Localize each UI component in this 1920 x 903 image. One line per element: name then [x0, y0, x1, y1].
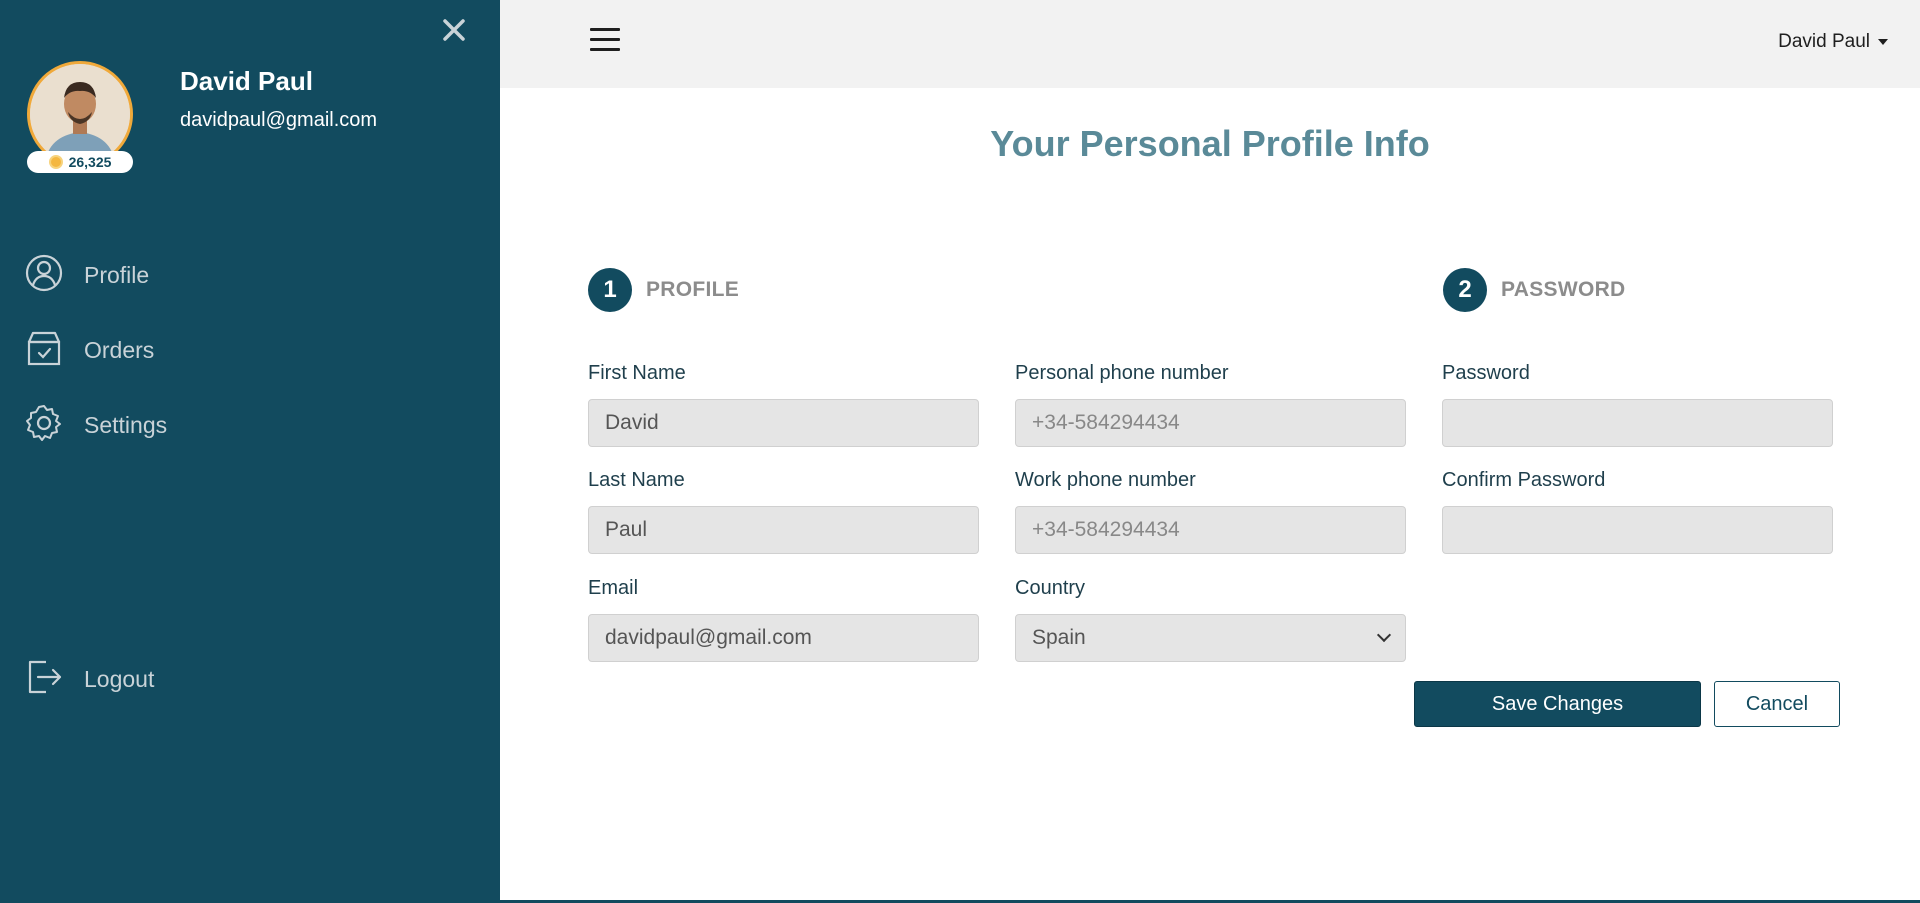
- last-name-label: Last Name: [588, 469, 685, 491]
- avatar[interactable]: 26,325: [27, 61, 133, 173]
- sidebar-item-settings[interactable]: Settings: [24, 403, 167, 448]
- personal-phone-label: Personal phone number: [1015, 362, 1229, 384]
- chevron-down-icon: [1376, 627, 1392, 643]
- last-name-field[interactable]: Paul: [588, 506, 979, 554]
- step-password: 2 PASSWORD: [1443, 268, 1626, 312]
- sidebar-item-profile[interactable]: Profile: [24, 253, 149, 298]
- step-number: 1: [588, 268, 632, 312]
- user-circle-icon: [24, 253, 64, 298]
- confirm-password-label: Confirm Password: [1442, 469, 1606, 491]
- user-menu-dropdown[interactable]: David Paul: [1778, 31, 1888, 53]
- save-changes-button[interactable]: Save Changes: [1414, 681, 1701, 727]
- caret-down-icon: [1878, 39, 1888, 45]
- page-title: Your Personal Profile Info: [990, 123, 1430, 164]
- coin-icon: [48, 155, 63, 169]
- country-select[interactable]: Spain: [1015, 614, 1406, 662]
- sidebar-item-label: Orders: [84, 337, 155, 363]
- step-number: 2: [1443, 268, 1487, 312]
- personal-phone-field[interactable]: +34-584294434: [1015, 399, 1406, 447]
- last-name-value: Paul: [605, 518, 648, 541]
- first-name-field[interactable]: David: [588, 399, 979, 447]
- user-name: David Paul: [180, 66, 313, 96]
- personal-phone-placeholder: +34-584294434: [1032, 411, 1180, 434]
- first-name-value: David: [605, 411, 659, 434]
- sidebar-item-label: Settings: [84, 412, 168, 438]
- logout-icon: [24, 657, 64, 702]
- sidebar-item-logout[interactable]: Logout: [24, 657, 154, 702]
- sidebar-item-label: Logout: [84, 666, 155, 692]
- country-label: Country: [1015, 577, 1086, 599]
- top-bar: David Paul: [500, 0, 1920, 88]
- password-field[interactable]: [1442, 399, 1833, 447]
- coin-count: 26,325: [68, 154, 112, 170]
- step-profile: 1 PROFILE: [588, 268, 739, 312]
- email-value: davidpaul@gmail.com: [605, 626, 812, 649]
- sidebar: 26,325 David Paul davidpaul@gmail.com Pr…: [0, 0, 500, 903]
- work-phone-placeholder: +34-584294434: [1032, 518, 1180, 541]
- close-icon[interactable]: [440, 16, 468, 44]
- user-menu-label: David Paul: [1778, 31, 1870, 52]
- step-label: PASSWORD: [1501, 278, 1626, 301]
- work-phone-label: Work phone number: [1015, 469, 1196, 491]
- hamburger-menu-icon[interactable]: [590, 24, 620, 56]
- cancel-button[interactable]: Cancel: [1714, 681, 1840, 727]
- work-phone-field[interactable]: +34-584294434: [1015, 506, 1406, 554]
- user-email: davidpaul@gmail.com: [180, 109, 378, 131]
- email-label: Email: [588, 577, 639, 599]
- sidebar-item-orders[interactable]: Orders: [24, 328, 154, 373]
- password-label: Password: [1442, 362, 1530, 384]
- coin-balance-badge: 26,325: [27, 151, 133, 173]
- sidebar-item-label: Profile: [84, 262, 150, 288]
- confirm-password-field[interactable]: [1442, 506, 1833, 554]
- email-field[interactable]: davidpaul@gmail.com: [588, 614, 979, 662]
- gear-icon: [24, 403, 64, 448]
- country-value: Spain: [1032, 626, 1086, 649]
- step-label: PROFILE: [646, 278, 740, 301]
- first-name-label: First Name: [588, 362, 686, 384]
- package-icon: [24, 328, 64, 373]
